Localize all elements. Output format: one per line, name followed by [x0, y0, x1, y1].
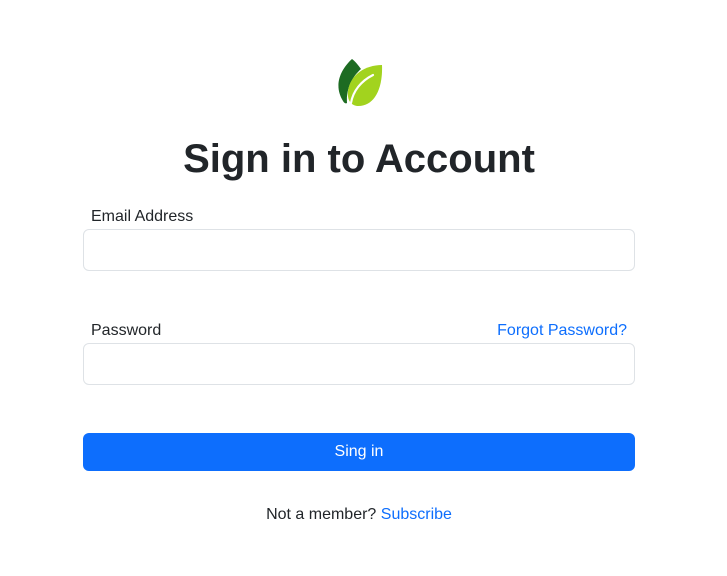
subscribe-link[interactable]: Subscribe	[381, 506, 452, 523]
email-input[interactable]	[83, 229, 635, 271]
password-label: Password	[91, 322, 162, 339]
sign-in-button[interactable]: Sing in	[83, 433, 635, 471]
password-input[interactable]	[83, 343, 635, 385]
forgot-password-link[interactable]: Forgot Password?	[497, 321, 627, 341]
signup-prompt: Not a member? Subscribe	[0, 505, 718, 525]
email-label: Email Address	[91, 208, 194, 225]
not-member-text: Not a member?	[266, 506, 377, 523]
leaf-logo-icon	[338, 59, 383, 107]
page-title: Sign in to Account	[183, 137, 535, 181]
